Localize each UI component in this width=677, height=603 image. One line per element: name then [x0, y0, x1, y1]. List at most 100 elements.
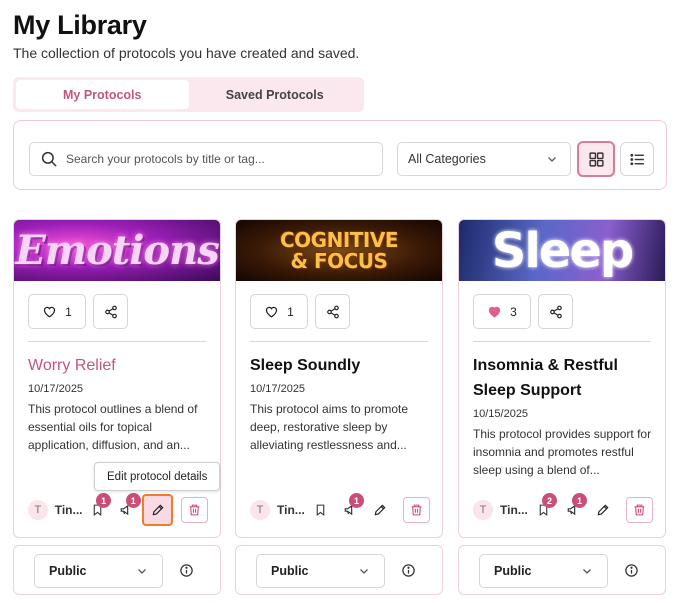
share-button[interactable]	[538, 294, 573, 329]
page-subtitle: The collection of protocols you have cre…	[13, 45, 360, 61]
trash-icon	[634, 504, 645, 516]
category-select-value: All Categories	[408, 152, 486, 166]
trash-icon	[411, 504, 422, 516]
like-count: 1	[287, 304, 294, 319]
share-icon	[326, 305, 339, 318]
info-icon	[402, 564, 415, 577]
share-button[interactable]	[315, 294, 350, 329]
visibility-panel: Public	[235, 545, 443, 595]
card-footer: T Tin... 1	[250, 493, 430, 523]
comment-count-badge: 1	[349, 493, 364, 508]
search-icon	[41, 151, 57, 167]
card-description: This protocol provides support for insom…	[473, 427, 652, 477]
heart-icon	[266, 306, 278, 318]
card-banner-image: Emotions	[14, 220, 220, 281]
share-icon	[104, 305, 117, 318]
visibility-panel: Public	[458, 545, 666, 595]
share-icon	[549, 305, 562, 318]
search-box[interactable]	[29, 142, 383, 176]
card-footer: T Tin... 1 1	[28, 493, 208, 526]
chevron-down-icon	[138, 569, 146, 574]
delete-button[interactable]	[626, 497, 653, 523]
delete-button[interactable]	[181, 497, 208, 523]
bookmark-button[interactable]: 2	[528, 493, 558, 523]
heart-icon	[489, 306, 501, 318]
info-icon	[180, 564, 193, 577]
banner-text: & FOCUS	[290, 248, 388, 273]
like-button[interactable]: 1	[250, 294, 308, 329]
trash-icon	[189, 504, 200, 516]
avatar: T	[250, 500, 270, 520]
card-title[interactable]: Worry Relief	[28, 353, 213, 378]
visibility-info-button[interactable]	[179, 563, 194, 583]
tab-my-protocols[interactable]: My Protocols	[16, 80, 189, 109]
card-banner-image: Sleep	[459, 220, 665, 281]
bookmark-button[interactable]	[305, 497, 335, 523]
card-date: 10/15/2025	[473, 408, 529, 420]
visibility-info-button[interactable]	[401, 563, 416, 583]
visibility-value: Public	[271, 564, 309, 578]
tab-saved-protocols[interactable]: Saved Protocols	[189, 80, 362, 109]
category-select[interactable]: All Categories	[397, 142, 571, 176]
visibility-value: Public	[49, 564, 87, 578]
filter-bar: All Categories	[13, 120, 667, 190]
edit-button[interactable]	[588, 497, 618, 523]
grid-view-button[interactable]	[577, 141, 615, 177]
avatar: T	[28, 500, 48, 520]
chevron-down-icon	[583, 569, 591, 574]
like-button[interactable]: 1	[28, 294, 86, 329]
grid-view-icon	[588, 151, 604, 167]
card-title[interactable]: Insomnia & Restful Sleep Support	[473, 353, 658, 403]
author-name: Tin...	[277, 503, 305, 517]
card-date: 10/17/2025	[28, 383, 84, 395]
list-view-button[interactable]	[620, 142, 654, 176]
bookmark-button[interactable]: 1	[83, 493, 113, 523]
pencil-icon	[152, 504, 164, 516]
card-divider	[473, 341, 651, 342]
pencil-icon	[374, 504, 386, 516]
banner-text: COGNITIVE	[280, 227, 399, 252]
announce-button[interactable]: 1	[558, 493, 588, 523]
card-divider	[250, 341, 428, 342]
comment-count-badge: 1	[572, 493, 587, 508]
card-banner-image: COGNITIVE & FOCUS	[236, 220, 442, 281]
delete-button[interactable]	[403, 497, 430, 523]
heart-icon	[44, 306, 56, 318]
library-tabs: My Protocols Saved Protocols	[13, 77, 364, 112]
edit-button[interactable]	[141, 494, 174, 526]
chevron-down-icon	[548, 157, 556, 162]
announce-button[interactable]: 1	[335, 493, 365, 523]
protocol-card[interactable]: COGNITIVE & FOCUS 1 Sleep Soundly 10/17/…	[235, 219, 443, 538]
card-divider	[28, 341, 206, 342]
like-button[interactable]: 3	[473, 294, 531, 329]
bookmark-count-badge: 2	[542, 493, 557, 508]
edit-tooltip: Edit protocol details	[94, 462, 221, 491]
visibility-select[interactable]: Public	[479, 554, 608, 588]
edit-button[interactable]	[365, 497, 395, 523]
visibility-info-button[interactable]	[624, 563, 639, 583]
card-title[interactable]: Sleep Soundly	[250, 353, 435, 378]
visibility-panel: Public	[13, 545, 221, 595]
card-description: This protocol outlines a blend of essent…	[28, 402, 198, 452]
info-icon	[625, 564, 638, 577]
chevron-down-icon	[360, 569, 368, 574]
like-count: 3	[510, 304, 517, 319]
author-name: Tin...	[54, 503, 83, 517]
bookmark-icon	[316, 504, 324, 516]
banner-text: Sleep	[491, 222, 634, 279]
visibility-select[interactable]: Public	[34, 554, 163, 588]
card-date: 10/17/2025	[250, 383, 306, 395]
avatar: T	[473, 500, 493, 520]
author-name: Tin...	[500, 503, 528, 517]
like-count: 1	[65, 304, 72, 319]
comment-count-badge: 1	[125, 493, 141, 508]
share-button[interactable]	[93, 294, 128, 329]
visibility-select[interactable]: Public	[256, 554, 385, 588]
list-view-icon	[629, 153, 644, 165]
search-input[interactable]	[66, 152, 366, 166]
pencil-icon	[597, 504, 609, 516]
announce-button[interactable]: 1	[112, 493, 142, 523]
bookmark-count-badge: 1	[96, 493, 112, 508]
page-title: My Library	[13, 10, 147, 40]
protocol-card[interactable]: Sleep 3 Insomnia & Restful Sleep Support…	[458, 219, 666, 538]
